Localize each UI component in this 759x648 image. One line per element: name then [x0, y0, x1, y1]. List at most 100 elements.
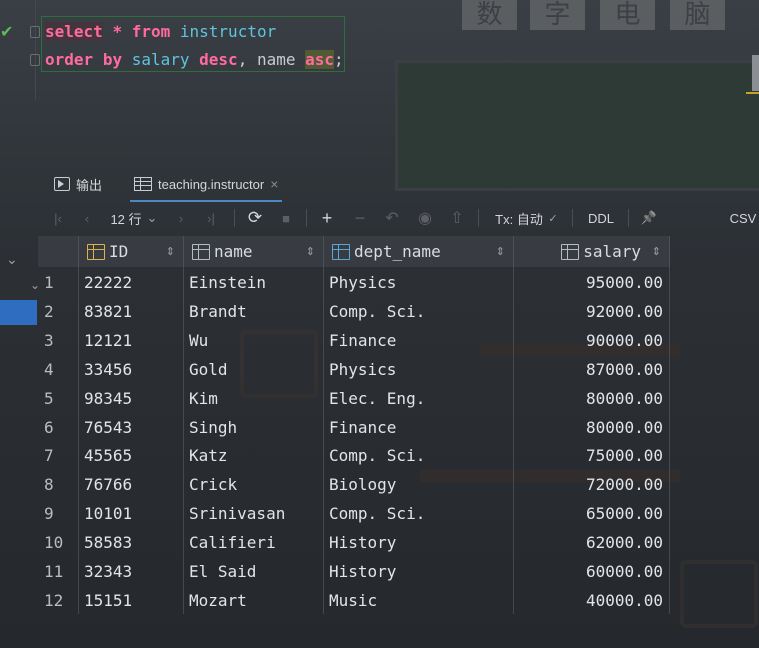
cell-salary[interactable]: 92000.00 [518, 297, 663, 326]
tab-teaching-instructor[interactable]: teaching.instructor × [130, 168, 283, 202]
cell-name[interactable]: Einstein [189, 268, 319, 297]
next-page-icon[interactable]: › [172, 203, 190, 233]
cell-salary[interactable]: 90000.00 [518, 326, 663, 355]
table-row[interactable]: 8 76766 Crick Biology 72000.00 [38, 470, 669, 499]
cell-dept-name[interactable]: Biology [329, 470, 509, 499]
cell-name[interactable]: Gold [189, 355, 319, 384]
tab-output[interactable]: 输出 [54, 168, 102, 200]
table-row[interactable]: 4 33456 Gold Physics 87000.00 [38, 355, 669, 384]
cell-dept-name[interactable]: Comp. Sci. [329, 441, 509, 470]
cell-name[interactable]: Brandt [189, 297, 319, 326]
table-row[interactable]: 5 98345 Kim Elec. Eng. 80000.00 [38, 384, 669, 413]
cell-id[interactable]: 12121 [84, 326, 180, 355]
cell-id[interactable]: 32343 [84, 557, 180, 586]
cell-name[interactable]: Mozart [189, 586, 319, 615]
table-row[interactable]: 10 58583 Califieri History 62000.00 [38, 528, 669, 557]
column-header-name[interactable]: name ⇕ [184, 236, 324, 267]
cell-salary[interactable]: 60000.00 [518, 557, 663, 586]
cell-dept-name[interactable]: Elec. Eng. [329, 384, 509, 413]
cell-id[interactable]: 76543 [84, 413, 180, 442]
cell-salary[interactable]: 95000.00 [518, 268, 663, 297]
table-row[interactable]: 2 83821 Brandt Comp. Sci. 92000.00 [38, 297, 669, 326]
pin-icon[interactable]: 📌 [638, 203, 660, 233]
check-icon[interactable]: ✓ [546, 203, 560, 233]
cell-dept-name[interactable]: Music [329, 586, 509, 615]
cell-salary[interactable]: 65000.00 [518, 499, 663, 528]
preview-changes-icon[interactable]: ◉ [414, 203, 436, 233]
sort-icon[interactable]: ⇕ [496, 245, 505, 258]
delete-row-icon[interactable]: − [350, 203, 370, 233]
keyword-from: from [131, 22, 171, 41]
transaction-mode-dropdown[interactable]: Tx: 自动 [494, 203, 544, 233]
submit-icon[interactable]: ⇧ [446, 203, 468, 233]
chevron-down-icon[interactable]: ⌄ [146, 203, 158, 233]
cell-dept-name[interactable]: Finance [329, 326, 509, 355]
column-header-id[interactable]: ID ⇕ [79, 236, 184, 267]
fold-marker-icon[interactable] [30, 26, 40, 38]
editor-scrollbar-thumb[interactable] [752, 55, 759, 91]
cell-salary[interactable]: 87000.00 [518, 355, 663, 384]
cell-salary[interactable]: 80000.00 [518, 413, 663, 442]
refresh-icon[interactable]: ⟳ [244, 203, 266, 233]
cell-dept-name[interactable]: Physics [329, 268, 509, 297]
cell-dept-name[interactable]: Comp. Sci. [329, 499, 509, 528]
column-header-dept-name[interactable]: dept_name ⇕ [324, 236, 514, 267]
cell-salary[interactable]: 75000.00 [518, 441, 663, 470]
close-icon[interactable]: × [270, 176, 278, 192]
csv-export-button[interactable]: CSV [728, 203, 758, 233]
column-header-salary[interactable]: salary ⇕ [514, 236, 670, 267]
code-line-2[interactable]: order by salary desc, name asc; [45, 50, 344, 69]
cell-dept-name[interactable]: History [329, 528, 509, 557]
cell-name[interactable]: Crick [189, 470, 319, 499]
cell-id[interactable]: 45565 [84, 441, 180, 470]
cell-name[interactable]: Katz [189, 441, 319, 470]
fold-marker-icon[interactable] [30, 54, 40, 66]
code-line-1[interactable]: select * from instructor [45, 22, 276, 41]
cell-name[interactable]: Califieri [189, 528, 319, 557]
cell-id[interactable]: 10101 [84, 499, 180, 528]
cell-id[interactable]: 83821 [84, 297, 180, 326]
first-page-icon[interactable]: |‹ [48, 203, 68, 233]
background-chair [680, 560, 758, 628]
table-row[interactable]: 11 32343 El Said History 60000.00 [38, 557, 669, 586]
cell-dept-name[interactable]: Comp. Sci. [329, 297, 509, 326]
table-row[interactable]: 12 15151 Mozart Music 40000.00 [38, 586, 669, 615]
sort-icon[interactable]: ⇕ [306, 245, 315, 258]
cell-id[interactable]: 33456 [84, 355, 180, 384]
cell-name[interactable]: Srinivasan [189, 499, 319, 528]
cell-dept-name[interactable]: Finance [329, 413, 509, 442]
table-row[interactable]: 3 12121 Wu Finance 90000.00 [38, 326, 669, 355]
table-row[interactable]: 9 10101 Srinivasan Comp. Sci. 65000.00 [38, 499, 669, 528]
ddl-button[interactable]: DDL [584, 203, 618, 233]
table-row[interactable]: 1 22222 Einstein Physics 95000.00 [38, 268, 669, 297]
cell-id[interactable]: 58583 [84, 528, 180, 557]
sort-icon[interactable]: ⇕ [652, 245, 661, 258]
cell-dept-name[interactable]: Physics [329, 355, 509, 384]
cell-id[interactable]: 15151 [84, 586, 180, 615]
cell-name[interactable]: Wu [189, 326, 319, 355]
table-row[interactable]: 7 45565 Katz Comp. Sci. 75000.00 [38, 441, 669, 470]
sql-editor[interactable]: ✔ select * from instructor order by sala… [0, 0, 759, 160]
revert-icon[interactable]: ↶ [382, 203, 402, 233]
table-row[interactable]: 6 76543 Singh Finance 80000.00 [38, 413, 669, 442]
add-row-icon[interactable]: + [316, 203, 338, 233]
stop-icon[interactable]: ■ [276, 203, 296, 233]
cell-dept-name[interactable]: History [329, 557, 509, 586]
cell-id[interactable]: 76766 [84, 470, 180, 499]
row-count-dropdown[interactable]: 12 行 [108, 203, 144, 233]
row-number: 2 [44, 301, 54, 321]
cell-salary[interactable]: 72000.00 [518, 470, 663, 499]
cell-id[interactable]: 22222 [84, 268, 180, 297]
previous-page-icon[interactable]: ‹ [78, 203, 96, 233]
cell-id[interactable]: 98345 [84, 384, 180, 413]
cell-name[interactable]: Singh [189, 413, 319, 442]
chevron-down-icon[interactable]: ⌄ [6, 252, 18, 268]
selected-tree-item[interactable] [0, 300, 37, 325]
cell-salary[interactable]: 40000.00 [518, 586, 663, 615]
last-page-icon[interactable]: ›| [200, 203, 222, 233]
cell-salary[interactable]: 62000.00 [518, 528, 663, 557]
cell-name[interactable]: Kim [189, 384, 319, 413]
cell-salary[interactable]: 80000.00 [518, 384, 663, 413]
sort-icon[interactable]: ⇕ [166, 245, 175, 258]
cell-name[interactable]: El Said [189, 557, 319, 586]
